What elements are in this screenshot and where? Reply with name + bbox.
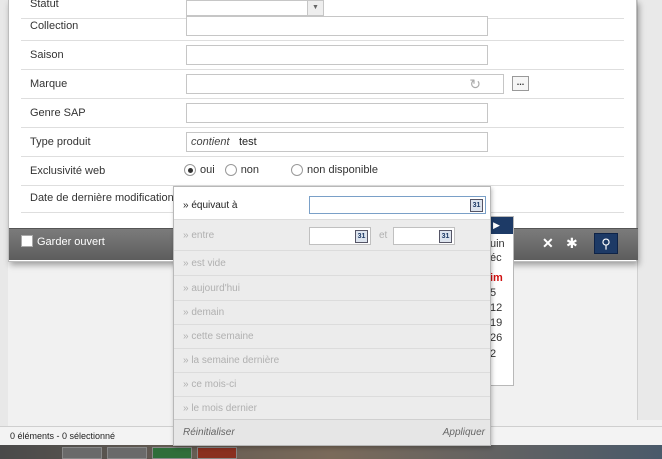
date-from-input[interactable]: 31 [309,227,371,245]
apply-button[interactable]: Appliquer [443,427,485,438]
option-ce-mois[interactable]: » ce mois-ci [174,373,490,397]
radio-non[interactable]: non [224,164,259,176]
cal-text: uin [490,238,505,250]
marque-row: Marque ↻ ... [21,70,624,99]
cal-text: éc [490,252,502,264]
taskbar [0,445,662,459]
option-demain[interactable]: » demain [174,301,490,325]
option-entre[interactable]: » entre 31 et 31 [174,221,490,251]
taskbar-button[interactable] [62,447,102,459]
radio-oui[interactable]: oui [184,164,215,176]
date-label: Date de dernière modification [30,192,174,204]
option-est-vide[interactable]: » est vide [174,252,490,276]
option-aujourdhui[interactable]: » aujourd'hui [174,277,490,301]
clear-filter-icon[interactable]: ✕ [542,235,554,252]
option-cette-semaine[interactable]: » cette semaine [174,325,490,349]
marque-browse-button[interactable]: ... [512,76,529,91]
cal-day[interactable]: 19 [490,317,502,329]
refresh-icon[interactable]: ↻ [469,76,481,93]
taskbar-button[interactable] [107,447,147,459]
collection-label: Collection [30,20,79,32]
collection-input[interactable] [186,16,488,36]
background-left [0,0,8,459]
radio-button[interactable] [184,164,196,176]
genre-row: Genre SAP [21,99,624,128]
date-to-input[interactable]: 31 [393,227,455,245]
radio-non-disponible[interactable]: non disponible [291,164,378,176]
marque-label: Marque [30,78,68,90]
saison-row: Saison [21,41,624,70]
saison-input[interactable] [186,45,488,65]
status-text: 0 éléments - 0 sélectionné [10,431,116,441]
exclu-label: Exclusivité web [30,165,106,177]
option-mois-dernier[interactable]: » le mois dernier [174,397,490,421]
marque-input[interactable]: ↻ [186,74,504,94]
option-equivaut[interactable]: » équivaut à 31 [174,187,490,220]
reset-button[interactable]: Réinitialiser [183,427,235,438]
popup-footer: Réinitialiser Appliquer [174,419,490,445]
exclu-radio-group: oui non non disponible [184,164,388,176]
type-input[interactable]: contient test [186,132,488,152]
statut-label: Statut [30,0,59,10]
type-row: Type produit contient test [21,128,624,157]
config-icon[interactable]: ✱ [566,235,578,252]
saison-label: Saison [30,49,64,61]
background-right [637,0,662,420]
radio-button[interactable] [224,164,237,176]
calendar-fragment: ▶ uin éc im 5 12 19 26 2 [489,216,514,386]
search-icon[interactable]: ⚲ [594,233,618,254]
cal-day[interactable]: 12 [490,302,502,314]
cal-day[interactable]: 26 [490,332,502,344]
next-month-icon[interactable]: ▶ [490,217,513,234]
option-semaine-derniere[interactable]: » la semaine dernière [174,349,490,373]
radio-button[interactable] [291,164,304,176]
exclu-row: Exclusivité web oui non non disponible [21,157,624,186]
date-equal-input[interactable]: 31 [309,196,486,214]
cal-text: im [490,272,503,284]
genre-input[interactable] [186,103,488,123]
calendar-icon[interactable]: 31 [439,230,452,243]
genre-label: Genre SAP [30,107,86,119]
date-filter-popup: » équivaut à 31 » entre 31 et 31 » est v… [173,186,491,446]
between-separator: et [379,230,388,241]
type-value: test [239,136,257,148]
type-operator[interactable]: contient [191,136,230,148]
calendar-icon[interactable]: 31 [470,199,483,212]
garder-checkbox[interactable] [21,235,33,247]
taskbar-button[interactable] [152,447,192,459]
taskbar-button[interactable] [197,447,237,459]
collection-row: Collection [21,12,624,41]
calendar-icon[interactable]: 31 [355,230,368,243]
garder-label: Garder ouvert [37,236,105,248]
type-label: Type produit [30,136,91,148]
